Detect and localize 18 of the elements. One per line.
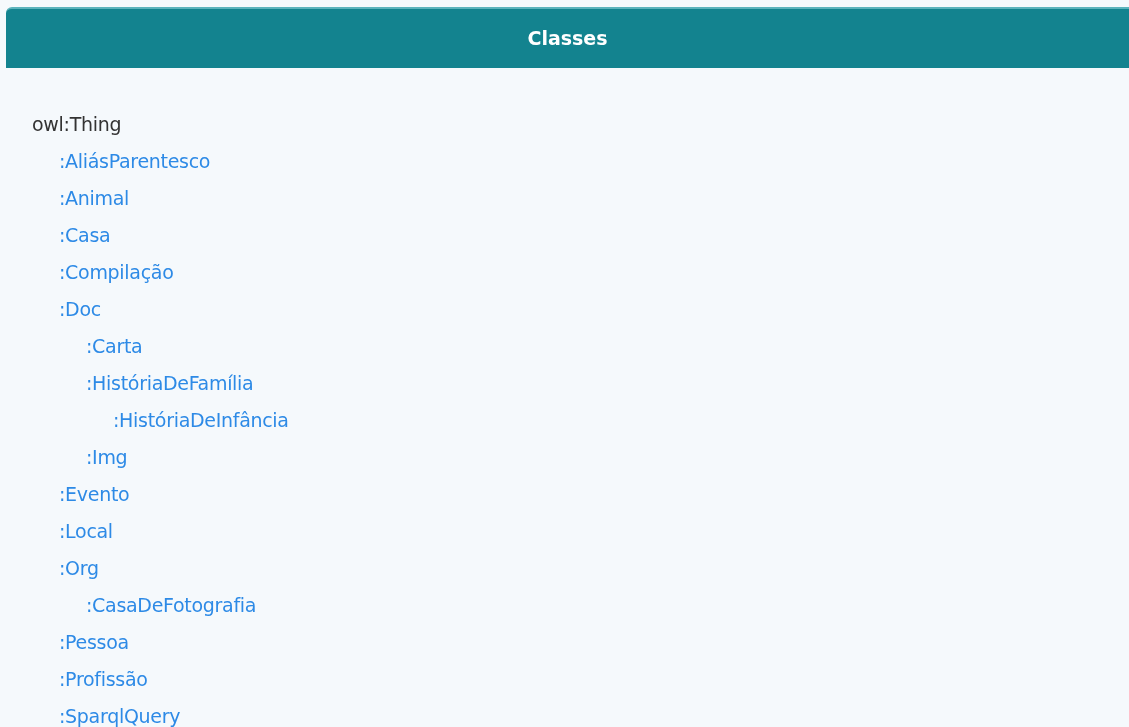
- tree-root-label: owl:Thing: [32, 112, 122, 137]
- class-link[interactable]: :Img: [86, 439, 128, 476]
- class-link[interactable]: :Carta: [86, 328, 143, 365]
- class-link[interactable]: :HistóriaDeInfância: [113, 402, 289, 439]
- panel-title: Classes: [527, 26, 608, 52]
- class-link[interactable]: :AliásParentesco: [59, 143, 211, 180]
- class-link[interactable]: :SparqlQuery: [59, 698, 181, 727]
- class-link[interactable]: :Evento: [59, 476, 130, 513]
- class-link[interactable]: :Profissão: [59, 661, 148, 698]
- class-link[interactable]: :Local: [59, 513, 113, 550]
- class-link[interactable]: :CasaDeFotografia: [86, 587, 257, 624]
- class-link[interactable]: :Pessoa: [59, 624, 129, 661]
- class-link[interactable]: :Compilação: [59, 254, 174, 291]
- class-link[interactable]: :Org: [59, 550, 99, 587]
- class-link[interactable]: :HistóriaDeFamília: [86, 365, 254, 402]
- class-link[interactable]: :Doc: [59, 291, 101, 328]
- class-link[interactable]: :Animal: [59, 180, 130, 217]
- class-link[interactable]: :Casa: [59, 217, 111, 254]
